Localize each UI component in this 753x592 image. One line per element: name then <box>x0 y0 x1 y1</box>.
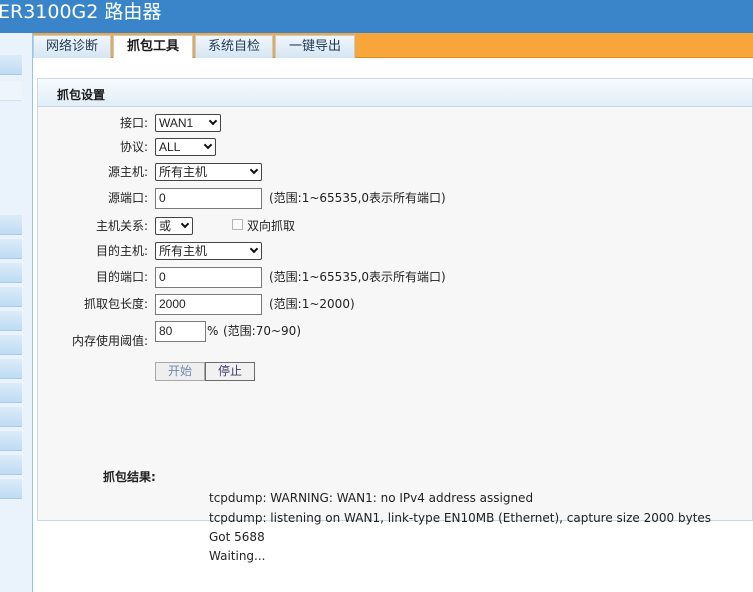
sidebar-item[interactable] <box>0 407 22 427</box>
protocol-select[interactable]: ALL <box>155 138 216 156</box>
tab-bar: 网络诊断 抓包工具 系统自检 一键导出 <box>33 33 753 58</box>
chevron-down-icon <box>249 244 259 254</box>
source-port-input[interactable]: 0 <box>155 188 262 209</box>
tab-self-check[interactable]: 系统自检 <box>195 35 273 58</box>
tab-one-click-export[interactable]: 一键导出 <box>275 35 355 58</box>
stop-button[interactable]: 停止 <box>205 362 255 381</box>
interface-label: 接口: <box>119 116 148 130</box>
memory-threshold-unit: % <box>207 324 219 338</box>
tab-network-diagnosis[interactable]: 网络诊断 <box>33 35 111 58</box>
chevron-down-icon <box>208 116 218 126</box>
tab-packet-capture[interactable]: 抓包工具 <box>113 35 193 58</box>
dest-host-select[interactable]: 所有主机 <box>155 242 262 260</box>
log-line: Waiting... <box>209 549 266 563</box>
sidebar-item[interactable] <box>0 455 22 475</box>
chevron-down-icon <box>249 165 259 175</box>
capture-length-label: 抓取包长度: <box>83 297 148 311</box>
sidebar-item[interactable] <box>0 431 22 451</box>
dest-port-input[interactable]: 0 <box>155 267 262 288</box>
start-button[interactable]: 开始 <box>155 362 205 381</box>
bidirectional-label: 双向抓取 <box>247 219 296 233</box>
panel-title: 抓包设置 <box>57 88 106 102</box>
protocol-label: 协议: <box>119 140 148 154</box>
log-line: tcpdump: WARNING: WAN1: no IPv4 address … <box>209 491 534 505</box>
chevron-down-icon <box>180 219 190 229</box>
sidebar-item[interactable] <box>0 479 22 499</box>
panel-header: 抓包设置 <box>38 79 752 107</box>
source-port-label: 源端口: <box>107 191 148 205</box>
chevron-down-icon <box>203 140 213 150</box>
dest-port-hint: (范围:1~65535,0表示所有端口) <box>269 270 446 284</box>
sidebar-item[interactable] <box>0 383 22 403</box>
dest-host-label: 目的主机: <box>95 244 148 258</box>
dest-port-label: 目的端口: <box>95 270 148 284</box>
sidebar-item[interactable] <box>0 359 22 379</box>
log-line: tcpdump: listening on WAN1, link-type EN… <box>209 511 712 525</box>
source-host-select[interactable]: 所有主机 <box>155 163 262 181</box>
capture-length-hint: (范围:1~2000) <box>269 297 355 311</box>
memory-threshold-input[interactable]: 80 <box>155 321 206 342</box>
sidebar-item[interactable] <box>0 311 22 331</box>
memory-threshold-hint: (范围:70~90) <box>223 324 302 338</box>
host-relation-select[interactable]: 或 <box>155 217 193 235</box>
app-title: ER3100G2 路由器 <box>0 1 162 23</box>
interface-select[interactable]: WAN1 <box>155 114 221 132</box>
bidirectional-checkbox[interactable] <box>232 219 243 230</box>
sidebar-item[interactable] <box>0 81 22 101</box>
sidebar-item[interactable] <box>0 55 22 75</box>
log-line: Got 5688 <box>209 530 265 544</box>
app-header: ER3100G2 路由器 <box>0 0 753 33</box>
memory-threshold-label: 内存使用阈值: <box>71 334 148 348</box>
host-relation-label: 主机关系: <box>95 219 148 233</box>
source-port-hint: (范围:1~65535,0表示所有端口) <box>269 191 446 205</box>
capture-length-input[interactable]: 2000 <box>155 294 262 315</box>
source-host-label: 源主机: <box>107 165 148 179</box>
capture-results-label: 抓包结果: <box>103 470 156 484</box>
